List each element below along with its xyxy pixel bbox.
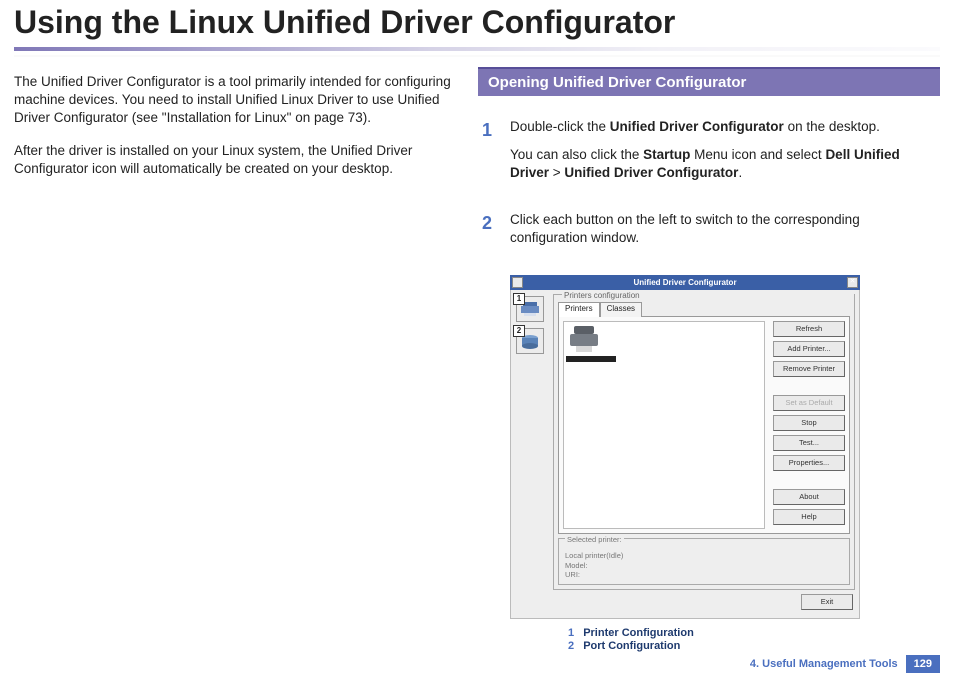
add-printer-button[interactable]: Add Printer...: [773, 341, 845, 357]
exit-button[interactable]: Exit: [801, 594, 853, 610]
text: Double-click the: [510, 119, 610, 134]
help-button[interactable]: Help: [773, 509, 845, 525]
tab-classes[interactable]: Classes: [600, 302, 642, 317]
section-heading: Opening Unified Driver Configurator: [478, 67, 940, 96]
step-number: 1: [478, 118, 496, 193]
step-2: 2 Click each button on the left to switc…: [478, 211, 940, 257]
step-1-line-1: Double-click the Unified Driver Configur…: [510, 118, 940, 136]
intro-para-2: After the driver is installed on your Li…: [14, 142, 458, 178]
selected-line-3: URI:: [565, 570, 843, 580]
text: .: [738, 165, 742, 180]
fieldset-legend: Printers configuration: [562, 291, 854, 300]
text: >: [549, 165, 564, 180]
set-default-button[interactable]: Set as Default: [773, 395, 845, 411]
selected-line-2: Model:: [565, 561, 843, 571]
right-column: Opening Unified Driver Configurator 1 Do…: [478, 65, 940, 653]
step-number: 2: [478, 211, 496, 257]
page-number: 129: [906, 655, 940, 673]
refresh-button[interactable]: Refresh: [773, 321, 845, 337]
title-underline: [14, 47, 940, 51]
printer-thumb-icon: [566, 324, 602, 354]
intro-para-1: The Unified Driver Configurator is a too…: [14, 73, 458, 128]
page-title: Using the Linux Unified Driver Configura…: [14, 4, 954, 41]
bold-text: Unified Driver Configurator: [610, 119, 784, 134]
legend-num: 2: [568, 640, 574, 652]
text: You can also click the: [510, 147, 643, 162]
tab-spacer: [642, 302, 850, 317]
left-column: The Unified Driver Configurator is a too…: [14, 65, 458, 653]
tab-printers[interactable]: Printers: [558, 302, 600, 317]
close-icon[interactable]: ✕: [847, 277, 858, 288]
selected-line-1: Local printer(Idle): [565, 551, 843, 561]
app-window: Unified Driver Configurator ✕ 1 2: [510, 275, 860, 619]
properties-button[interactable]: Properties...: [773, 455, 845, 471]
callout-2: 2: [513, 325, 525, 337]
chapter-label: 4. Useful Management Tools: [742, 655, 906, 673]
about-button[interactable]: About: [773, 489, 845, 505]
printers-config-button[interactable]: 1: [516, 296, 544, 322]
step-2-text: Click each button on the left to switch …: [510, 211, 940, 247]
page-footer: 4. Useful Management Tools 129: [742, 655, 940, 673]
text: Menu icon and select: [690, 147, 825, 162]
ports-config-button[interactable]: 2: [516, 328, 544, 354]
faint-divider: [14, 55, 940, 57]
callout-legend: 1 Printer Configuration 2 Port Configura…: [568, 627, 940, 652]
text: on the desktop.: [784, 119, 880, 134]
printer-item-label: [566, 356, 616, 362]
printer-item[interactable]: [566, 324, 604, 362]
stop-button[interactable]: Stop: [773, 415, 845, 431]
app-sidebar: 1 2: [511, 290, 549, 618]
step-1-line-2: You can also click the Startup Menu icon…: [510, 146, 940, 182]
test-button[interactable]: Test...: [773, 435, 845, 451]
window-title: Unified Driver Configurator: [523, 278, 847, 287]
app-titlebar: Unified Driver Configurator ✕: [510, 275, 860, 290]
callout-1: 1: [513, 293, 525, 305]
legend-row-1: 1 Printer Configuration: [568, 627, 940, 639]
legend-row-2: 2 Port Configuration: [568, 640, 940, 652]
remove-printer-button[interactable]: Remove Printer: [773, 361, 845, 377]
bold-text: Unified Driver Configurator: [564, 165, 738, 180]
legend-text: Port Configuration: [583, 640, 680, 652]
printer-list[interactable]: [563, 321, 765, 529]
window-menu-icon[interactable]: [512, 277, 523, 288]
selected-printer-fieldset: Selected printer: Local printer(Idle) Mo…: [558, 538, 850, 585]
step-1: 1 Double-click the Unified Driver Config…: [478, 118, 940, 193]
legend-text: Printer Configuration: [583, 627, 694, 639]
legend-num: 1: [568, 627, 574, 639]
bold-text: Startup: [643, 147, 690, 162]
selected-legend: Selected printer:: [565, 535, 624, 545]
